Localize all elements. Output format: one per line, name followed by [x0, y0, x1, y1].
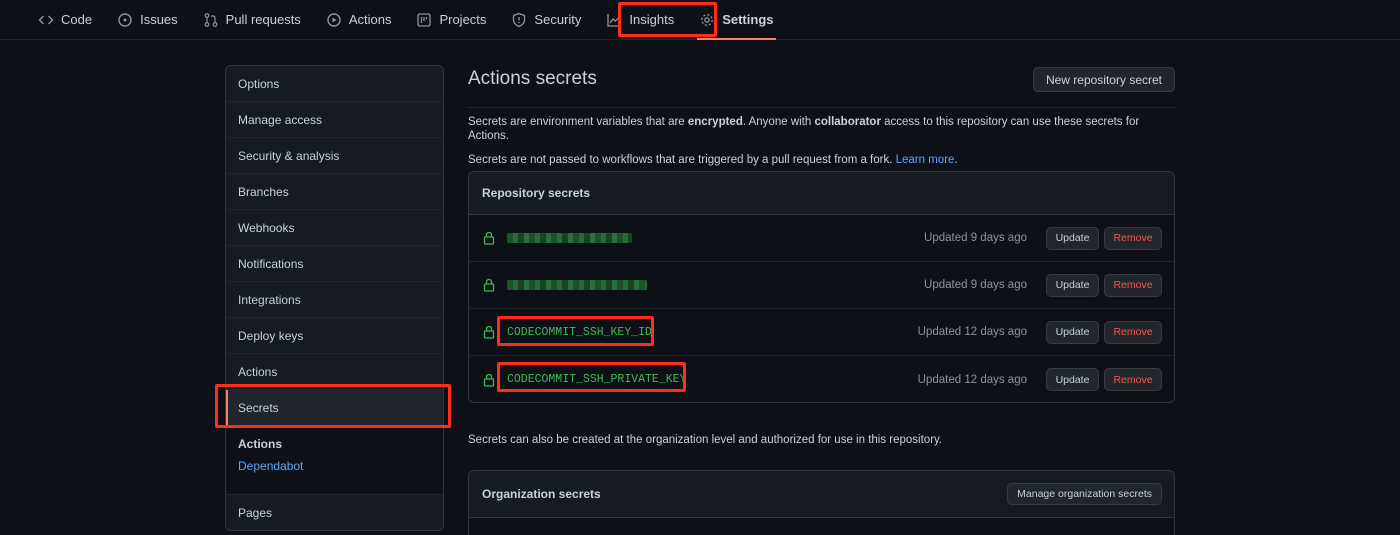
tab-label: Pull requests	[225, 12, 301, 27]
organization-note: Secrets can also be created at the organ…	[468, 434, 943, 446]
sidebar-item-branches[interactable]: Branches	[226, 174, 443, 210]
tab-projects[interactable]: Projects	[408, 0, 494, 40]
sidebar-subgroup-title: Actions	[238, 437, 283, 451]
graph-icon	[606, 12, 622, 28]
repository-secrets-box: Repository secrets Updated 9 days ago Up…	[468, 171, 1175, 403]
secret-row: Updated 9 days ago Update Remove	[469, 262, 1174, 309]
tab-label: Settings	[722, 12, 774, 27]
learn-more-link[interactable]: Learn more	[896, 154, 955, 166]
lock-icon	[483, 373, 495, 387]
tab-code[interactable]: Code	[30, 0, 100, 40]
sidebar-item-manage-access[interactable]: Manage access	[226, 102, 443, 138]
sidebar-secrets-subgroup: Actions Dependabot	[226, 426, 443, 495]
update-button[interactable]: Update	[1046, 320, 1099, 344]
sidebar-item-secrets[interactable]: Secrets	[226, 390, 443, 426]
redacted-secret-name	[507, 280, 647, 290]
update-button[interactable]: Update	[1046, 368, 1099, 391]
gear-icon	[699, 12, 715, 28]
tab-label: Insights	[629, 12, 675, 27]
lock-icon	[483, 325, 495, 339]
redacted-secret-name	[507, 233, 632, 243]
repo-nav: Code Issues Pull requests Actions Projec…	[0, 0, 1400, 40]
new-repository-secret-button[interactable]: New repository secret	[1032, 67, 1175, 92]
main-content: Actions secrets New repository secret Se…	[468, 65, 1175, 535]
page-header: Actions secrets New repository secret	[468, 65, 1175, 108]
manage-organization-secrets-button[interactable]: Manage organization secrets	[1007, 483, 1162, 505]
settings-sidebar: Options Manage access Security & analysi…	[225, 65, 444, 531]
pull-request-icon	[203, 12, 219, 28]
sidebar-item-security-analysis[interactable]: Security & analysis	[226, 138, 443, 174]
tab-label: Issues	[140, 12, 178, 27]
sidebar-link-dependabot[interactable]: Dependabot	[238, 459, 431, 473]
secrets-description: Secrets are environment variables that a…	[468, 116, 1140, 142]
secret-row: CODECOMMIT_SSH_PRIVATE_KEY Updated 12 da…	[469, 356, 1174, 403]
page-title: Actions secrets	[468, 68, 597, 89]
update-button[interactable]: Update	[1046, 273, 1099, 297]
remove-button[interactable]: Remove	[1104, 226, 1162, 250]
secret-updated: Updated 9 days ago	[924, 279, 1027, 291]
tab-label: Security	[534, 12, 582, 27]
repository-secrets-header: Repository secrets	[469, 172, 1174, 215]
code-icon	[38, 12, 54, 28]
tab-label: Code	[61, 12, 93, 27]
sidebar-item-webhooks[interactable]: Webhooks	[226, 210, 443, 246]
tab-insights[interactable]: Insights	[598, 0, 682, 40]
tab-actions[interactable]: Actions	[318, 0, 400, 40]
update-button[interactable]: Update	[1046, 226, 1099, 250]
sidebar-item-pages[interactable]: Pages	[226, 495, 443, 530]
remove-button[interactable]: Remove	[1104, 320, 1162, 344]
sidebar-item-actions[interactable]: Actions	[226, 354, 443, 390]
tab-security[interactable]: Security	[503, 0, 589, 40]
sidebar-item-deploy-keys[interactable]: Deploy keys	[226, 318, 443, 354]
secret-updated: Updated 9 days ago	[924, 232, 1027, 244]
secret-name: CODECOMMIT_SSH_PRIVATE_KEY	[507, 373, 687, 386]
tab-label: Projects	[439, 12, 487, 27]
repository-secrets-title: Repository secrets	[482, 186, 591, 200]
secret-updated: Updated 12 days ago	[917, 326, 1027, 338]
shield-icon	[511, 12, 527, 28]
secret-row: CODECOMMIT_SSH_KEY_ID Updated 12 days ag…	[469, 309, 1174, 356]
lock-icon	[483, 278, 495, 292]
secret-updated: Updated 12 days ago	[917, 373, 1027, 386]
lock-icon	[483, 231, 495, 245]
tab-pull-requests[interactable]: Pull requests	[195, 0, 309, 40]
organization-secrets-title: Organization secrets	[482, 487, 601, 501]
organization-secrets-header: Organization secrets Manage organization…	[469, 471, 1174, 518]
remove-button[interactable]: Remove	[1104, 368, 1162, 391]
organization-secrets-box: Organization secrets Manage organization…	[468, 470, 1175, 535]
issue-icon	[117, 12, 133, 28]
tab-label: Actions	[348, 12, 392, 27]
sidebar-item-notifications[interactable]: Notifications	[226, 246, 443, 282]
project-icon	[416, 12, 432, 28]
tab-settings[interactable]: Settings	[691, 0, 781, 40]
fork-description: Secrets are not passed to workflows that…	[468, 154, 958, 166]
play-icon	[326, 12, 342, 28]
remove-button[interactable]: Remove	[1104, 273, 1162, 297]
secret-row: Updated 9 days ago Update Remove	[469, 215, 1174, 262]
sidebar-item-integrations[interactable]: Integrations	[226, 282, 443, 318]
tab-issues[interactable]: Issues	[109, 0, 186, 40]
secret-name: CODECOMMIT_SSH_KEY_ID	[507, 325, 652, 339]
sidebar-item-options[interactable]: Options	[226, 66, 443, 102]
